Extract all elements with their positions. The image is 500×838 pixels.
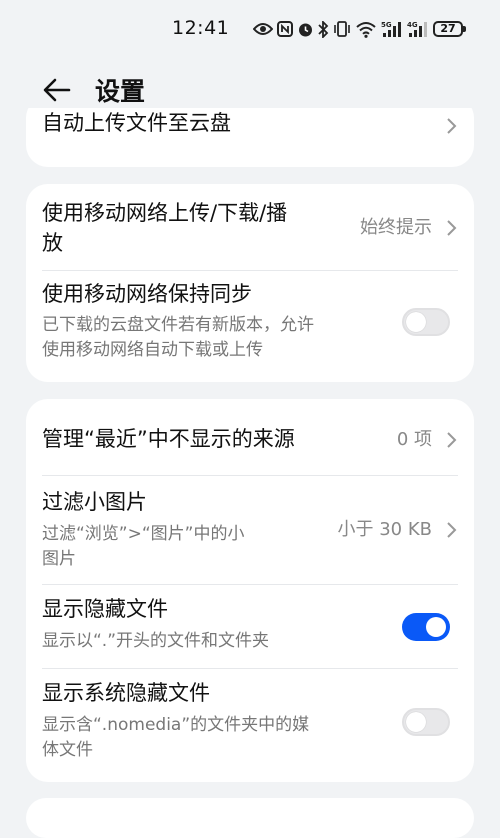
status-time: 12:41 [172, 17, 230, 39]
filter-small-desc-line2: 图片 [42, 549, 76, 569]
signal-5g-icon: 5G [381, 21, 401, 37]
card-mobile-network: 使用移动网络上传/下载/播 放 始终提示 使用移动网络保持同步 已下载的云盘文件… [26, 184, 474, 382]
row-mobile-keep-sync[interactable]: 使用移动网络保持同步 已下载的云盘文件若有新版本，允许 使用移动网络自动下载或上… [26, 271, 474, 382]
hidden-files-toggle[interactable] [402, 613, 450, 641]
status-bar: 12:41 5G 4G 27 [0, 0, 500, 58]
chevron-right-icon [447, 118, 457, 134]
hidden-files-desc: 显示以“.”开头的文件和文件夹 [42, 631, 270, 651]
system-hidden-desc-line1: 显示含“.nomedia”的文件夹中的媒 [42, 715, 310, 735]
battery-icon: 27 [433, 21, 466, 37]
recent-sources-value: 0 项 [396, 429, 432, 450]
page-title: 设置 [95, 77, 146, 106]
mobile-upload-label-line2: 放 [42, 231, 63, 255]
signal-4g-icon: 4G [407, 21, 427, 37]
keep-sync-desc-line2: 使用移动网络自动下载或上传 [42, 340, 263, 360]
toggle-knob [406, 712, 426, 732]
filter-small-value: 小于 30 KB [337, 519, 433, 540]
system-hidden-toggle[interactable] [402, 708, 450, 736]
wifi-icon [356, 21, 376, 38]
row-show-hidden-files[interactable]: 显示隐藏文件 显示以“.”开头的文件和文件夹 [26, 585, 474, 668]
chevron-right-icon [447, 220, 457, 236]
toggle-knob [406, 312, 426, 332]
hidden-files-label: 显示隐藏文件 [42, 597, 168, 621]
card-display-settings: 管理“最近”中不显示的来源 0 项 过滤小图片 过滤“浏览”>“图片”中的小 图… [26, 399, 474, 782]
toggle-knob [426, 617, 446, 637]
filter-small-desc-line1: 过滤“浏览”>“图片”中的小 [42, 524, 245, 544]
card-more-settings [26, 798, 474, 838]
bluetooth-icon [318, 20, 329, 38]
eye-icon [253, 23, 273, 35]
keep-sync-toggle[interactable] [402, 308, 450, 336]
system-hidden-desc-line2: 体文件 [42, 740, 93, 760]
row-filter-small-images[interactable]: 过滤小图片 过滤“浏览”>“图片”中的小 图片 小于 30 KB [26, 476, 474, 584]
recent-sources-label: 管理“最近”中不显示的来源 [42, 427, 295, 451]
row-recent-sources[interactable]: 管理“最近”中不显示的来源 0 项 [26, 399, 474, 475]
svg-text:4G: 4G [407, 21, 418, 29]
mobile-upload-label-line1: 使用移动网络上传/下载/播 [42, 201, 288, 225]
keep-sync-desc-line1: 已下载的云盘文件若有新版本，允许 [42, 315, 314, 335]
app-header: 设置 [0, 58, 500, 108]
status-icons: 5G 4G 27 [253, 18, 466, 40]
svg-text:5G: 5G [381, 21, 392, 29]
mobile-upload-value: 始终提示 [360, 217, 432, 238]
keep-sync-label: 使用移动网络保持同步 [42, 282, 252, 306]
system-hidden-label: 显示系统隐藏文件 [42, 681, 210, 705]
nfc-icon [277, 21, 293, 37]
chevron-right-icon [447, 522, 457, 538]
row-mobile-upload-download[interactable]: 使用移动网络上传/下载/播 放 始终提示 [26, 184, 474, 270]
filter-small-label: 过滤小图片 [42, 490, 147, 514]
back-arrow-icon[interactable] [40, 73, 74, 107]
auto-upload-label[interactable]: 自动上传文件至云盘 [42, 108, 231, 138]
chevron-right-icon [447, 432, 457, 448]
alarm-icon [299, 23, 312, 36]
row-show-system-hidden-files[interactable]: 显示系统隐藏文件 显示含“.nomedia”的文件夹中的媒 体文件 [26, 669, 474, 782]
vibrate-icon [334, 21, 350, 37]
